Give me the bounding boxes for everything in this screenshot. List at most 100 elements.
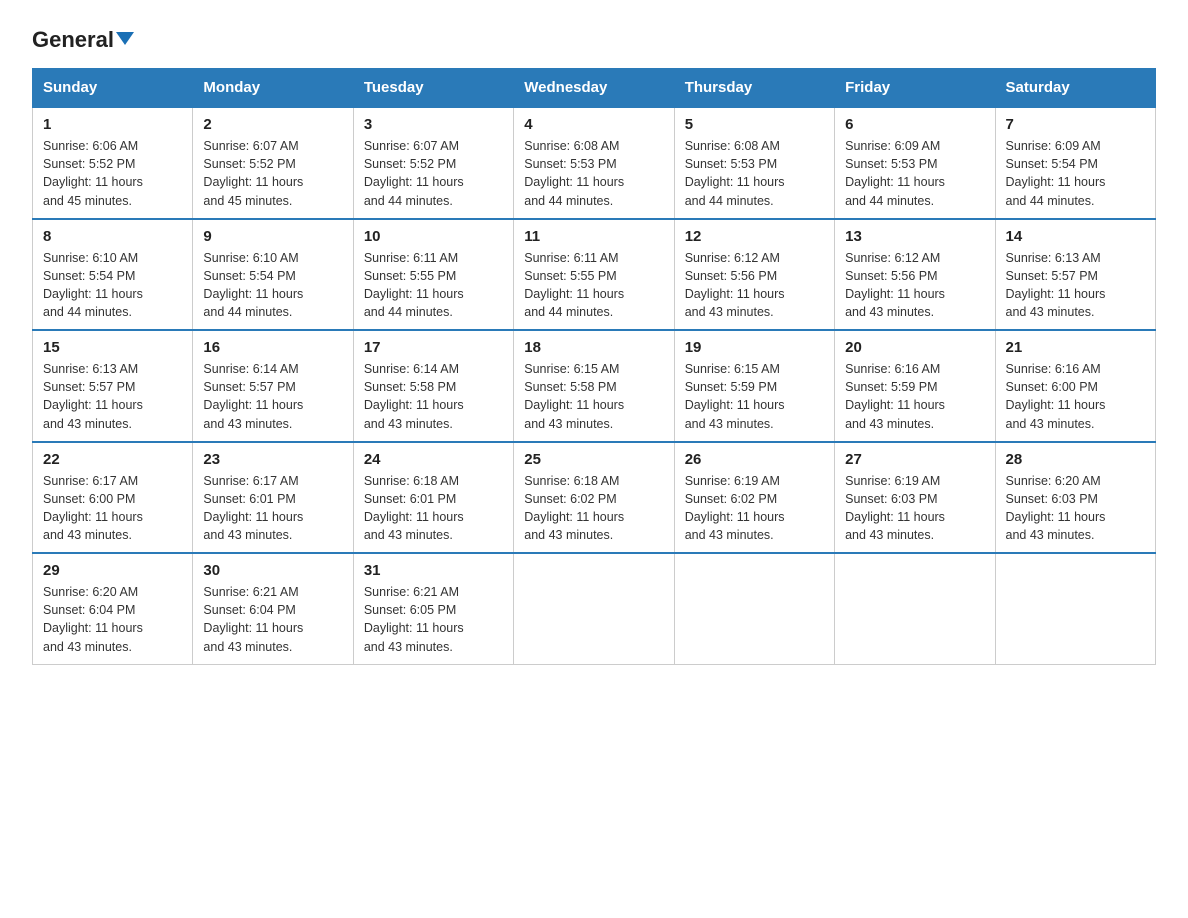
day-number: 18 xyxy=(524,339,663,356)
day-header-row: Sunday Monday Tuesday Wednesday Thursday… xyxy=(33,69,1156,108)
day-info: Sunrise: 6:14 AMSunset: 5:57 PMDaylight:… xyxy=(203,360,342,433)
day-number: 27 xyxy=(845,451,984,468)
header-thursday: Thursday xyxy=(674,69,834,108)
calendar-cell: 10 Sunrise: 6:11 AMSunset: 5:55 PMDaylig… xyxy=(353,219,513,331)
day-info: Sunrise: 6:20 AMSunset: 6:04 PMDaylight:… xyxy=(43,583,182,656)
calendar-cell: 12 Sunrise: 6:12 AMSunset: 5:56 PMDaylig… xyxy=(674,219,834,331)
day-number: 5 xyxy=(685,116,824,133)
calendar-cell: 22 Sunrise: 6:17 AMSunset: 6:00 PMDaylig… xyxy=(33,442,193,554)
calendar-cell: 6 Sunrise: 6:09 AMSunset: 5:53 PMDayligh… xyxy=(835,107,995,219)
page-header: General xyxy=(32,24,1156,50)
calendar-cell xyxy=(835,553,995,664)
calendar-cell xyxy=(995,553,1155,664)
day-number: 14 xyxy=(1006,228,1145,245)
day-number: 17 xyxy=(364,339,503,356)
calendar-cell: 1 Sunrise: 6:06 AMSunset: 5:52 PMDayligh… xyxy=(33,107,193,219)
day-info: Sunrise: 6:06 AMSunset: 5:52 PMDaylight:… xyxy=(43,137,182,210)
calendar-cell: 3 Sunrise: 6:07 AMSunset: 5:52 PMDayligh… xyxy=(353,107,513,219)
calendar-cell: 15 Sunrise: 6:13 AMSunset: 5:57 PMDaylig… xyxy=(33,330,193,442)
week-row-5: 29 Sunrise: 6:20 AMSunset: 6:04 PMDaylig… xyxy=(33,553,1156,664)
day-info: Sunrise: 6:08 AMSunset: 5:53 PMDaylight:… xyxy=(685,137,824,210)
day-number: 12 xyxy=(685,228,824,245)
calendar-cell: 20 Sunrise: 6:16 AMSunset: 5:59 PMDaylig… xyxy=(835,330,995,442)
day-number: 4 xyxy=(524,116,663,133)
day-info: Sunrise: 6:21 AMSunset: 6:05 PMDaylight:… xyxy=(364,583,503,656)
day-number: 11 xyxy=(524,228,663,245)
day-info: Sunrise: 6:07 AMSunset: 5:52 PMDaylight:… xyxy=(203,137,342,210)
header-sunday: Sunday xyxy=(33,69,193,108)
calendar-cell: 13 Sunrise: 6:12 AMSunset: 5:56 PMDaylig… xyxy=(835,219,995,331)
day-info: Sunrise: 6:10 AMSunset: 5:54 PMDaylight:… xyxy=(203,249,342,322)
calendar-cell: 16 Sunrise: 6:14 AMSunset: 5:57 PMDaylig… xyxy=(193,330,353,442)
calendar-cell: 9 Sunrise: 6:10 AMSunset: 5:54 PMDayligh… xyxy=(193,219,353,331)
day-number: 22 xyxy=(43,451,182,468)
day-info: Sunrise: 6:14 AMSunset: 5:58 PMDaylight:… xyxy=(364,360,503,433)
day-number: 28 xyxy=(1006,451,1145,468)
day-number: 30 xyxy=(203,562,342,579)
day-number: 31 xyxy=(364,562,503,579)
calendar-cell: 23 Sunrise: 6:17 AMSunset: 6:01 PMDaylig… xyxy=(193,442,353,554)
day-number: 20 xyxy=(845,339,984,356)
calendar-cell: 29 Sunrise: 6:20 AMSunset: 6:04 PMDaylig… xyxy=(33,553,193,664)
calendar-cell: 30 Sunrise: 6:21 AMSunset: 6:04 PMDaylig… xyxy=(193,553,353,664)
day-number: 15 xyxy=(43,339,182,356)
day-info: Sunrise: 6:19 AMSunset: 6:03 PMDaylight:… xyxy=(845,472,984,545)
day-info: Sunrise: 6:07 AMSunset: 5:52 PMDaylight:… xyxy=(364,137,503,210)
day-number: 7 xyxy=(1006,116,1145,133)
calendar-cell: 14 Sunrise: 6:13 AMSunset: 5:57 PMDaylig… xyxy=(995,219,1155,331)
calendar-cell: 17 Sunrise: 6:14 AMSunset: 5:58 PMDaylig… xyxy=(353,330,513,442)
calendar-cell: 7 Sunrise: 6:09 AMSunset: 5:54 PMDayligh… xyxy=(995,107,1155,219)
day-info: Sunrise: 6:17 AMSunset: 6:01 PMDaylight:… xyxy=(203,472,342,545)
day-info: Sunrise: 6:13 AMSunset: 5:57 PMDaylight:… xyxy=(1006,249,1145,322)
calendar-table: Sunday Monday Tuesday Wednesday Thursday… xyxy=(32,68,1156,665)
day-number: 26 xyxy=(685,451,824,468)
day-number: 25 xyxy=(524,451,663,468)
week-row-4: 22 Sunrise: 6:17 AMSunset: 6:00 PMDaylig… xyxy=(33,442,1156,554)
day-info: Sunrise: 6:11 AMSunset: 5:55 PMDaylight:… xyxy=(524,249,663,322)
day-info: Sunrise: 6:17 AMSunset: 6:00 PMDaylight:… xyxy=(43,472,182,545)
header-tuesday: Tuesday xyxy=(353,69,513,108)
calendar-cell: 19 Sunrise: 6:15 AMSunset: 5:59 PMDaylig… xyxy=(674,330,834,442)
day-number: 29 xyxy=(43,562,182,579)
day-number: 9 xyxy=(203,228,342,245)
calendar-cell: 27 Sunrise: 6:19 AMSunset: 6:03 PMDaylig… xyxy=(835,442,995,554)
day-info: Sunrise: 6:15 AMSunset: 5:58 PMDaylight:… xyxy=(524,360,663,433)
header-wednesday: Wednesday xyxy=(514,69,674,108)
logo-triangle-icon xyxy=(116,32,134,45)
week-row-3: 15 Sunrise: 6:13 AMSunset: 5:57 PMDaylig… xyxy=(33,330,1156,442)
header-saturday: Saturday xyxy=(995,69,1155,108)
day-info: Sunrise: 6:12 AMSunset: 5:56 PMDaylight:… xyxy=(845,249,984,322)
day-info: Sunrise: 6:21 AMSunset: 6:04 PMDaylight:… xyxy=(203,583,342,656)
day-number: 23 xyxy=(203,451,342,468)
calendar-cell: 18 Sunrise: 6:15 AMSunset: 5:58 PMDaylig… xyxy=(514,330,674,442)
day-info: Sunrise: 6:10 AMSunset: 5:54 PMDaylight:… xyxy=(43,249,182,322)
calendar-cell: 21 Sunrise: 6:16 AMSunset: 6:00 PMDaylig… xyxy=(995,330,1155,442)
week-row-2: 8 Sunrise: 6:10 AMSunset: 5:54 PMDayligh… xyxy=(33,219,1156,331)
day-info: Sunrise: 6:12 AMSunset: 5:56 PMDaylight:… xyxy=(685,249,824,322)
day-info: Sunrise: 6:20 AMSunset: 6:03 PMDaylight:… xyxy=(1006,472,1145,545)
day-number: 19 xyxy=(685,339,824,356)
day-info: Sunrise: 6:18 AMSunset: 6:01 PMDaylight:… xyxy=(364,472,503,545)
calendar-cell: 25 Sunrise: 6:18 AMSunset: 6:02 PMDaylig… xyxy=(514,442,674,554)
day-info: Sunrise: 6:09 AMSunset: 5:54 PMDaylight:… xyxy=(1006,137,1145,210)
calendar-cell: 4 Sunrise: 6:08 AMSunset: 5:53 PMDayligh… xyxy=(514,107,674,219)
day-info: Sunrise: 6:13 AMSunset: 5:57 PMDaylight:… xyxy=(43,360,182,433)
header-monday: Monday xyxy=(193,69,353,108)
calendar-cell: 5 Sunrise: 6:08 AMSunset: 5:53 PMDayligh… xyxy=(674,107,834,219)
day-info: Sunrise: 6:18 AMSunset: 6:02 PMDaylight:… xyxy=(524,472,663,545)
day-number: 6 xyxy=(845,116,984,133)
logo: General xyxy=(32,28,134,50)
day-number: 10 xyxy=(364,228,503,245)
day-number: 13 xyxy=(845,228,984,245)
day-info: Sunrise: 6:16 AMSunset: 5:59 PMDaylight:… xyxy=(845,360,984,433)
calendar-cell: 26 Sunrise: 6:19 AMSunset: 6:02 PMDaylig… xyxy=(674,442,834,554)
calendar-cell xyxy=(514,553,674,664)
calendar-cell: 11 Sunrise: 6:11 AMSunset: 5:55 PMDaylig… xyxy=(514,219,674,331)
calendar-cell: 24 Sunrise: 6:18 AMSunset: 6:01 PMDaylig… xyxy=(353,442,513,554)
logo-general: General xyxy=(32,28,114,52)
calendar-cell: 28 Sunrise: 6:20 AMSunset: 6:03 PMDaylig… xyxy=(995,442,1155,554)
day-info: Sunrise: 6:16 AMSunset: 6:00 PMDaylight:… xyxy=(1006,360,1145,433)
day-info: Sunrise: 6:19 AMSunset: 6:02 PMDaylight:… xyxy=(685,472,824,545)
day-number: 21 xyxy=(1006,339,1145,356)
day-info: Sunrise: 6:08 AMSunset: 5:53 PMDaylight:… xyxy=(524,137,663,210)
